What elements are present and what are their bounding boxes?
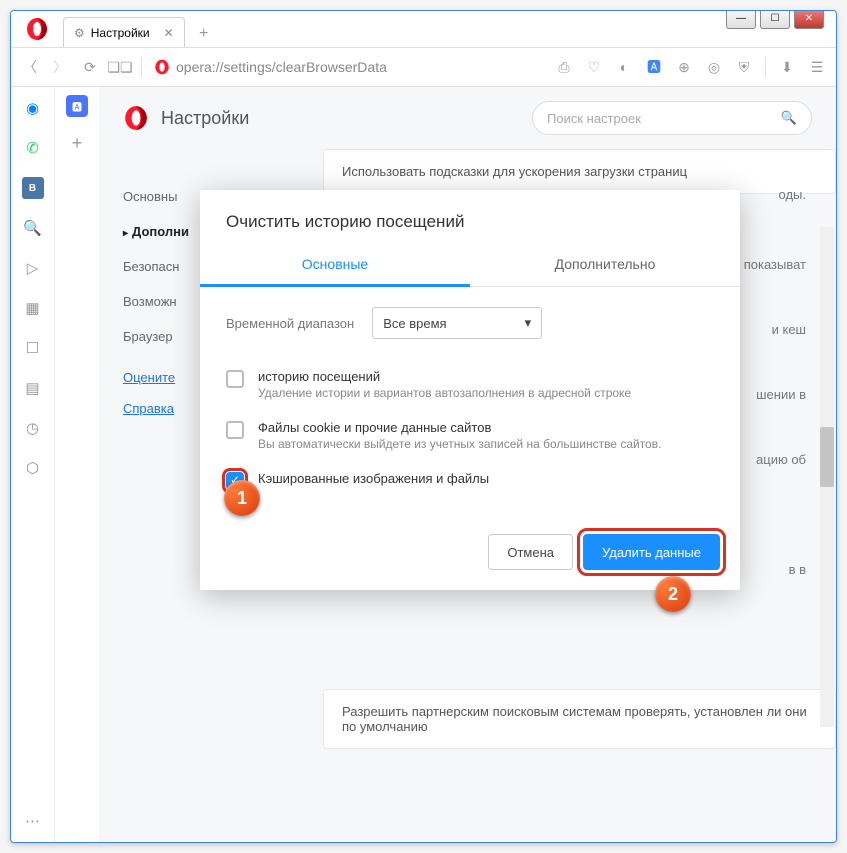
option-title: Файлы cookie и прочие данные сайтов [258, 420, 661, 435]
dialog-body: Временной диапазон Все время ▾ историю п… [200, 287, 740, 520]
messenger-icon[interactable]: ◉ [22, 97, 44, 119]
page-header: Настройки Поиск настроек 🔍 [99, 87, 836, 149]
downloads-icon[interactable]: ⬇ [778, 58, 796, 76]
history-icon[interactable]: ◷ [22, 417, 44, 439]
chevron-down-icon: ▾ [525, 315, 532, 331]
speed-dial-icon[interactable]: ▦ [22, 297, 44, 319]
shield-icon[interactable]: ⛨ [735, 58, 753, 76]
clear-data-button[interactable]: Удалить данные [583, 534, 720, 570]
scrollbar-thumb[interactable] [820, 427, 834, 487]
news-icon[interactable]: ▤ [22, 377, 44, 399]
url-field[interactable]: opera://settings/clearBrowserData [154, 59, 387, 75]
time-range-value: Все время [383, 316, 446, 331]
checkbox-history[interactable] [226, 370, 244, 388]
new-tab-button[interactable]: + [191, 21, 217, 47]
search-app-icon[interactable]: 🔍 [22, 217, 44, 239]
speed-dial-button[interactable]: ❑❑ [111, 58, 129, 76]
back-button[interactable]: 〈 [21, 58, 39, 76]
tab-advanced[interactable]: Дополнительно [470, 244, 740, 286]
option-history[interactable]: историю посещений Удаление истории и вар… [226, 359, 714, 410]
annotation-badge-2: 2 [655, 576, 691, 612]
search-placeholder: Поиск настроек [547, 111, 641, 126]
card[interactable]: Разрешить партнерским поисковым системам… [323, 689, 836, 749]
bg-text: оды. [779, 187, 807, 202]
checkbox-cookies[interactable] [226, 421, 244, 439]
reload-button[interactable]: ⟳ [81, 58, 99, 76]
bg-text: и кеш [772, 322, 806, 337]
annotation-badge-1: 1 [224, 480, 260, 516]
tab-close-icon[interactable]: ✕ [164, 26, 174, 40]
time-range-select[interactable]: Все время ▾ [372, 307, 542, 339]
extensions-sidebar-icon[interactable]: ⬡ [22, 457, 44, 479]
workspace-badge[interactable]: 🅰 [66, 95, 88, 117]
opera-url-icon [154, 59, 170, 75]
bg-text: в в [789, 562, 806, 577]
option-title: Кэшированные изображения и файлы [258, 471, 489, 486]
option-cookies[interactable]: Файлы cookie и прочие данные сайтов Вы а… [226, 410, 714, 461]
send-icon[interactable]: ▷ [22, 257, 44, 279]
forward-button[interactable]: 〉 [51, 58, 69, 76]
tab-title: Настройки [91, 26, 150, 40]
time-range-label: Временной диапазон [226, 316, 354, 331]
bookmarks-icon[interactable]: ☐ [22, 337, 44, 359]
cancel-button[interactable]: Отмена [488, 534, 573, 570]
vpn-icon[interactable]: ◐ [615, 58, 633, 76]
option-cache[interactable]: Кэшированные изображения и файлы [226, 461, 714, 500]
search-icon: 🔍 [781, 110, 797, 126]
vk-icon[interactable]: B [22, 177, 44, 199]
dialog-title: Очистить историю посещений [200, 190, 740, 244]
easy-setup-icon[interactable]: ☰ [808, 58, 826, 76]
adblock-icon[interactable]: ◎ [705, 58, 723, 76]
dialog-footer: Отмена Удалить данные [200, 520, 740, 590]
card[interactable]: Использовать подсказки для ускорения заг… [323, 149, 836, 194]
settings-search[interactable]: Поиск настроек 🔍 [532, 101, 812, 135]
bg-text: шении в [756, 387, 806, 402]
tab-basic[interactable]: Основные [200, 244, 470, 287]
translate-icon[interactable]: 🅰 [645, 58, 663, 76]
url-text: opera://settings/clearBrowserData [176, 59, 387, 75]
browser-tab[interactable]: ⚙ Настройки ✕ [63, 17, 185, 47]
bg-text: ацию об [756, 452, 806, 467]
whatsapp-icon[interactable]: ✆ [22, 137, 44, 159]
clear-data-dialog: Очистить историю посещений Основные Допо… [200, 190, 740, 590]
more-icon[interactable]: ⋯ [22, 810, 44, 832]
dialog-tabs: Основные Дополнительно [200, 244, 740, 287]
app-sidebar: ◉ ✆ B 🔍 ▷ ▦ ☐ ▤ ◷ ⬡ ⋯ [11, 87, 55, 842]
gear-icon: ⚙ [74, 26, 85, 40]
workspace-column: 🅰 + [55, 87, 99, 842]
option-sub: Удаление истории и вариантов автозаполне… [258, 386, 631, 400]
extensions-icon[interactable]: ⊕ [675, 58, 693, 76]
scrollbar[interactable] [820, 227, 834, 727]
opera-page-icon [123, 105, 149, 131]
addressbar-actions: ⎙ ♡ ◐ 🅰 ⊕ ◎ ⛨ ⬇ ☰ [555, 57, 826, 77]
window-controls: — ☐ ✕ [726, 10, 824, 29]
maximize-button[interactable]: ☐ [760, 10, 790, 29]
add-workspace-button[interactable]: + [72, 133, 83, 154]
page-title: Настройки [161, 108, 249, 129]
tab-bar: ⚙ Настройки ✕ + [11, 11, 836, 47]
close-button[interactable]: ✕ [794, 10, 824, 29]
bookmark-icon[interactable]: ♡ [585, 58, 603, 76]
time-range-row: Временной диапазон Все время ▾ [226, 307, 714, 339]
option-title: историю посещений [258, 369, 631, 384]
option-sub: Вы автоматически выйдете из учетных запи… [258, 437, 661, 451]
opera-logo-icon [25, 17, 49, 41]
address-bar: 〈 〉 ⟳ ❑❑ opera://settings/clearBrowserDa… [11, 47, 836, 87]
minimize-button[interactable]: — [726, 10, 756, 29]
snapshot-icon[interactable]: ⎙ [555, 58, 573, 76]
